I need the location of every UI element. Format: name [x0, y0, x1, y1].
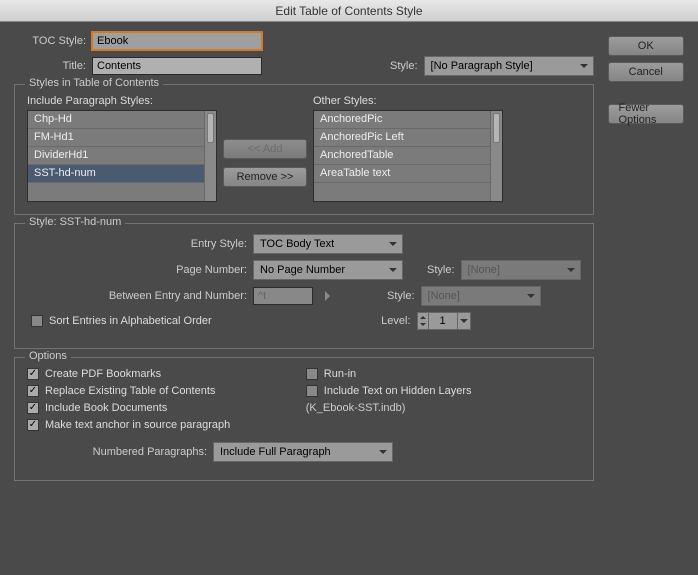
list-item[interactable]: Chp-Hd — [28, 111, 216, 129]
para-style-value: [No Paragraph Style] — [431, 60, 533, 72]
stepper-up-icon[interactable] — [418, 313, 428, 321]
entry-style-label: Entry Style: — [27, 238, 247, 250]
styles-fieldset: Styles in Table of Contents Include Para… — [14, 84, 594, 215]
runin-checkbox[interactable] — [306, 368, 318, 380]
pn-style-select: [None] — [461, 260, 581, 280]
styles-legend: Styles in Table of Contents — [25, 77, 163, 89]
window-title: Edit Table of Contents Style — [275, 4, 422, 18]
chevron-down-icon — [564, 263, 578, 277]
stepper-down-icon[interactable] — [418, 321, 428, 329]
sort-checkbox[interactable] — [31, 315, 43, 327]
include-styles-list[interactable]: Chp-Hd FM-Hd1 DividerHd1 SST-hd-num — [27, 110, 217, 202]
other-styles-list[interactable]: AnchoredPic AnchoredPic Left AnchoredTab… — [313, 110, 503, 202]
hidden-label: Include Text on Hidden Layers — [324, 385, 472, 397]
chevron-down-icon — [386, 237, 400, 251]
chevron-down-icon — [386, 263, 400, 277]
toc-style-input[interactable] — [92, 32, 262, 50]
style-detail-fieldset: Style: SST-hd-num Entry Style: TOC Body … — [14, 223, 594, 349]
cancel-button[interactable]: Cancel — [608, 62, 684, 82]
level-value[interactable]: 1 — [429, 312, 457, 330]
list-item[interactable]: AnchoredPic Left — [314, 129, 502, 147]
para-style-select[interactable]: [No Paragraph Style] — [424, 56, 594, 76]
between-style-label: Style: — [387, 290, 415, 302]
list-item[interactable]: DividerHd1 — [28, 147, 216, 165]
pn-style-label: Style: — [427, 264, 455, 276]
level-stepper[interactable]: 1 — [417, 312, 471, 330]
runin-label: Run-in — [324, 368, 356, 380]
include-styles-label: Include Paragraph Styles: — [27, 95, 217, 107]
list-item[interactable]: AnchoredTable — [314, 147, 502, 165]
include-book-label: Include Book Documents — [45, 402, 167, 414]
list-item[interactable]: FM-Hd1 — [28, 129, 216, 147]
chevron-down-icon — [376, 445, 390, 459]
numbered-label: Numbered Paragraphs: — [27, 446, 207, 458]
title-label: Title: — [14, 60, 86, 72]
include-book-checkbox[interactable]: ✓ — [27, 402, 39, 414]
title-input[interactable] — [92, 57, 262, 75]
chevron-down-icon — [577, 59, 591, 73]
scroll-thumb[interactable] — [493, 113, 500, 143]
between-label: Between Entry and Number: — [27, 290, 247, 302]
page-number-label: Page Number: — [27, 264, 247, 276]
scrollbar[interactable] — [204, 111, 216, 201]
hidden-checkbox[interactable] — [306, 385, 318, 397]
page-number-select[interactable]: No Page Number — [253, 260, 403, 280]
between-style-select: [None] — [421, 286, 541, 306]
between-input — [253, 287, 313, 305]
entry-style-value: TOC Body Text — [260, 238, 334, 250]
chevron-down-icon — [524, 289, 538, 303]
between-style-value: [None] — [428, 290, 460, 302]
replace-checkbox[interactable]: ✓ — [27, 385, 39, 397]
add-button[interactable]: << Add — [223, 139, 307, 159]
options-fieldset: Options ✓Create PDF Bookmarks ✓Replace E… — [14, 357, 594, 481]
other-styles-label: Other Styles: — [313, 95, 503, 107]
remove-button[interactable]: Remove >> — [223, 167, 307, 187]
numbered-select[interactable]: Include Full Paragraph — [213, 442, 393, 462]
book-note: (K_Ebook-SST.indb) — [306, 402, 581, 414]
replace-label: Replace Existing Table of Contents — [45, 385, 215, 397]
flyout-icon[interactable] — [325, 291, 335, 301]
sort-label: Sort Entries in Alphabetical Order — [49, 315, 212, 327]
list-item[interactable]: AnchoredPic — [314, 111, 502, 129]
pn-style-value: [None] — [468, 264, 500, 276]
list-item[interactable]: AreaTable text — [314, 165, 502, 183]
anchor-checkbox[interactable]: ✓ — [27, 419, 39, 431]
list-item[interactable]: SST-hd-num — [28, 165, 216, 183]
scroll-thumb[interactable] — [207, 113, 214, 143]
options-legend: Options — [25, 350, 71, 362]
fewer-options-button[interactable]: Fewer Options — [608, 104, 684, 124]
para-style-label: Style: — [390, 60, 418, 72]
entry-style-select[interactable]: TOC Body Text — [253, 234, 403, 254]
page-number-value: No Page Number — [260, 264, 345, 276]
bookmarks-checkbox[interactable]: ✓ — [27, 368, 39, 380]
bookmarks-label: Create PDF Bookmarks — [45, 368, 161, 380]
toc-style-label: TOC Style: — [14, 35, 86, 47]
anchor-label: Make text anchor in source paragraph — [45, 419, 230, 431]
level-label: Level: — [381, 315, 410, 327]
scrollbar[interactable] — [490, 111, 502, 201]
detail-legend: Style: SST-hd-num — [25, 216, 125, 228]
numbered-value: Include Full Paragraph — [220, 446, 331, 458]
chevron-down-icon[interactable] — [457, 312, 471, 330]
ok-button[interactable]: OK — [608, 36, 684, 56]
window-titlebar: Edit Table of Contents Style — [0, 0, 698, 22]
